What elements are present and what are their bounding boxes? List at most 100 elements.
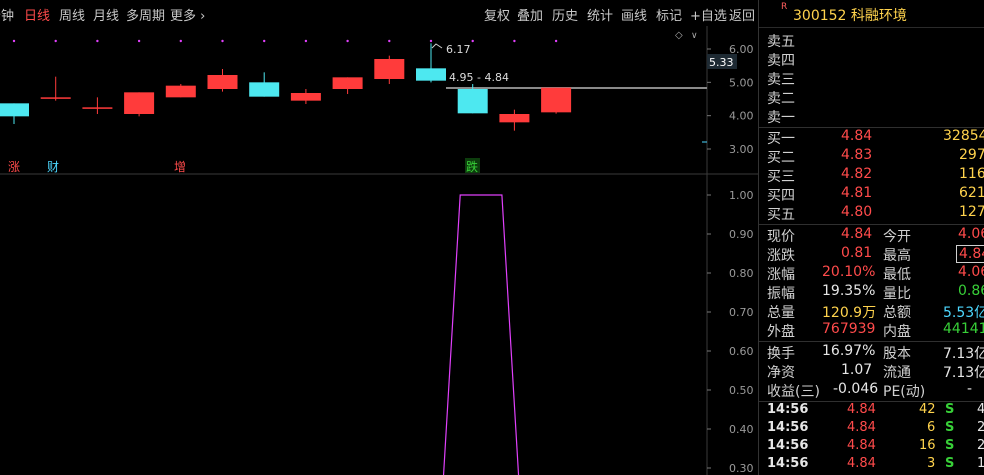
indicator-axis-label: 0.90 bbox=[729, 228, 754, 241]
indicator-axis-label: 1.00 bbox=[729, 189, 754, 202]
stat-row-turnover: 换手 16.97% 股本 7.13亿 bbox=[759, 343, 984, 362]
candle-body[interactable] bbox=[332, 77, 363, 89]
btn-mark[interactable]: 标记 bbox=[656, 5, 682, 24]
stat-row-outer: 外盘 767939 内盘 441415 bbox=[759, 321, 984, 340]
stat-label: 股本 bbox=[883, 346, 911, 362]
stat-value: 7.13亿 bbox=[943, 365, 984, 381]
indicator-axis-label: 0.40 bbox=[729, 423, 754, 436]
btn-restore-rights[interactable]: 复权 bbox=[484, 5, 510, 24]
event-label-cai[interactable]: 财 bbox=[47, 160, 59, 174]
period-toolbar: 分钟 日线 周线 月线 多周期 更多 › 复权 叠加 历史 统计 画线 标记 +… bbox=[0, 0, 758, 26]
btn-overlay[interactable]: 叠加 bbox=[517, 5, 543, 24]
buy-level-volume: 621 bbox=[959, 185, 984, 201]
stat-value: 5.53亿 bbox=[943, 305, 984, 321]
candle-body[interactable] bbox=[457, 89, 488, 114]
stat-label: 今开 bbox=[883, 229, 911, 245]
tick-row: 14:56 4.84 16 S 2 bbox=[759, 438, 984, 457]
price-badge: 5.33 bbox=[709, 56, 734, 69]
sell-level-3: 卖三 bbox=[759, 69, 984, 88]
indicator-line bbox=[442, 194, 520, 475]
tick-volume: 42 bbox=[919, 402, 936, 417]
buy-level-price: 4.82 bbox=[841, 166, 873, 182]
buy-level-price: 4.81 bbox=[841, 185, 873, 201]
stat-label: 换手 bbox=[767, 346, 795, 362]
stat-label: 流通 bbox=[883, 365, 911, 381]
candle-body[interactable] bbox=[124, 92, 155, 114]
stat-row-price: 现价 4.84 今开 4.06 bbox=[759, 226, 984, 245]
tab-daily[interactable]: 日线 bbox=[24, 5, 50, 24]
stat-value: 4.06 bbox=[958, 264, 984, 280]
candle-body[interactable] bbox=[541, 87, 572, 113]
sell-level-label: 卖三 bbox=[767, 72, 795, 88]
buy-level-price: 4.84 bbox=[841, 128, 873, 144]
tick-count: 1 bbox=[977, 456, 984, 471]
range-label: 4.95 - 4.84 bbox=[449, 71, 509, 84]
btn-add-watchlist[interactable]: +自选 bbox=[690, 5, 727, 24]
stat-label: 振幅 bbox=[767, 286, 795, 302]
price-axis-label: 3.00 bbox=[729, 143, 754, 156]
btn-history[interactable]: 历史 bbox=[552, 5, 578, 24]
candle-body[interactable] bbox=[165, 85, 196, 98]
candle-body[interactable] bbox=[40, 97, 71, 99]
candle-body[interactable] bbox=[499, 114, 530, 123]
tab-more[interactable]: 更多 › bbox=[170, 5, 205, 24]
tick-price: 4.84 bbox=[847, 438, 876, 453]
stat-row-net-assets: 净资 1.07 流通 7.13亿 bbox=[759, 362, 984, 381]
indicator-axis-label: 0.80 bbox=[729, 267, 754, 280]
stat-label: 净资 bbox=[767, 365, 795, 381]
stat-label: 内盘 bbox=[883, 324, 911, 340]
tick-time: 14:56 bbox=[767, 438, 809, 453]
event-label-die[interactable]: 跌 bbox=[466, 159, 478, 174]
tick-side: S bbox=[945, 420, 955, 435]
signal-dot bbox=[513, 39, 516, 43]
stat-value: - bbox=[967, 381, 973, 397]
buy-level-volume: 297 bbox=[959, 147, 984, 163]
price-axis-label: 4.00 bbox=[729, 110, 754, 123]
signal-dot bbox=[263, 39, 266, 43]
tab-multi-period[interactable]: 多周期 bbox=[126, 5, 165, 24]
candle-body[interactable] bbox=[249, 82, 280, 97]
tick-side: S bbox=[945, 402, 955, 417]
btn-return[interactable]: 返回 bbox=[729, 5, 755, 24]
candle-body[interactable] bbox=[416, 68, 446, 81]
tab-weekly[interactable]: 周线 bbox=[59, 5, 85, 24]
signal-dot bbox=[388, 39, 391, 43]
chevron-down-icon[interactable]: ∨ bbox=[691, 31, 698, 41]
signal-dot bbox=[346, 39, 349, 43]
event-label-zhang[interactable]: 涨 bbox=[8, 159, 20, 174]
stat-label: 涨跌 bbox=[767, 248, 795, 264]
stat-value-boxed: 4.84 bbox=[956, 245, 984, 263]
signal-dot bbox=[54, 39, 57, 43]
event-label-zeng[interactable]: 增 bbox=[174, 160, 186, 174]
r-marker: R bbox=[781, 2, 788, 12]
stat-value: 20.10% bbox=[822, 264, 876, 280]
candle-body[interactable] bbox=[82, 107, 113, 109]
indicator-axis-label: 0.70 bbox=[729, 306, 754, 319]
stat-value: 0.86 bbox=[958, 283, 984, 299]
stat-value: 19.35% bbox=[822, 283, 876, 299]
btn-statistics[interactable]: 统计 bbox=[587, 5, 613, 24]
signal-dot bbox=[179, 39, 182, 43]
stat-row-volume: 总量 120.9万 总额 5.53亿 bbox=[759, 302, 984, 321]
buy-level-label: 买四 bbox=[767, 188, 795, 204]
stat-row-pct: 涨幅 20.10% 最低 4.06 bbox=[759, 264, 984, 283]
price-axis-label: 5.00 bbox=[729, 76, 754, 89]
tick-row: 14:56 4.84 42 S 4 bbox=[759, 402, 984, 421]
candle-body[interactable] bbox=[374, 59, 405, 79]
candle-body[interactable] bbox=[207, 75, 238, 89]
kline-chart[interactable]: ◇ ∨ 6.005.004.003.00 4.95 - 4.84 6.17 5.… bbox=[0, 26, 758, 475]
tab-minute[interactable]: 分钟 bbox=[0, 5, 14, 24]
indicator-axis-label: 0.50 bbox=[729, 384, 754, 397]
tick-row: 14:56 4.84 6 S 2 bbox=[759, 420, 984, 439]
stat-label: 总量 bbox=[767, 305, 795, 321]
chevron-right-icon: › bbox=[200, 9, 206, 24]
candle-body[interactable] bbox=[290, 93, 321, 101]
tick-price: 4.84 bbox=[847, 402, 876, 417]
candle-body[interactable] bbox=[0, 103, 29, 117]
btn-draw-line[interactable]: 画线 bbox=[621, 5, 647, 24]
diamond-icon[interactable]: ◇ bbox=[675, 30, 683, 41]
tab-monthly[interactable]: 月线 bbox=[93, 5, 119, 24]
signal-dot bbox=[96, 39, 99, 43]
stat-value: 4.06 bbox=[958, 226, 984, 242]
sell-level-5: 卖五 bbox=[759, 31, 984, 50]
